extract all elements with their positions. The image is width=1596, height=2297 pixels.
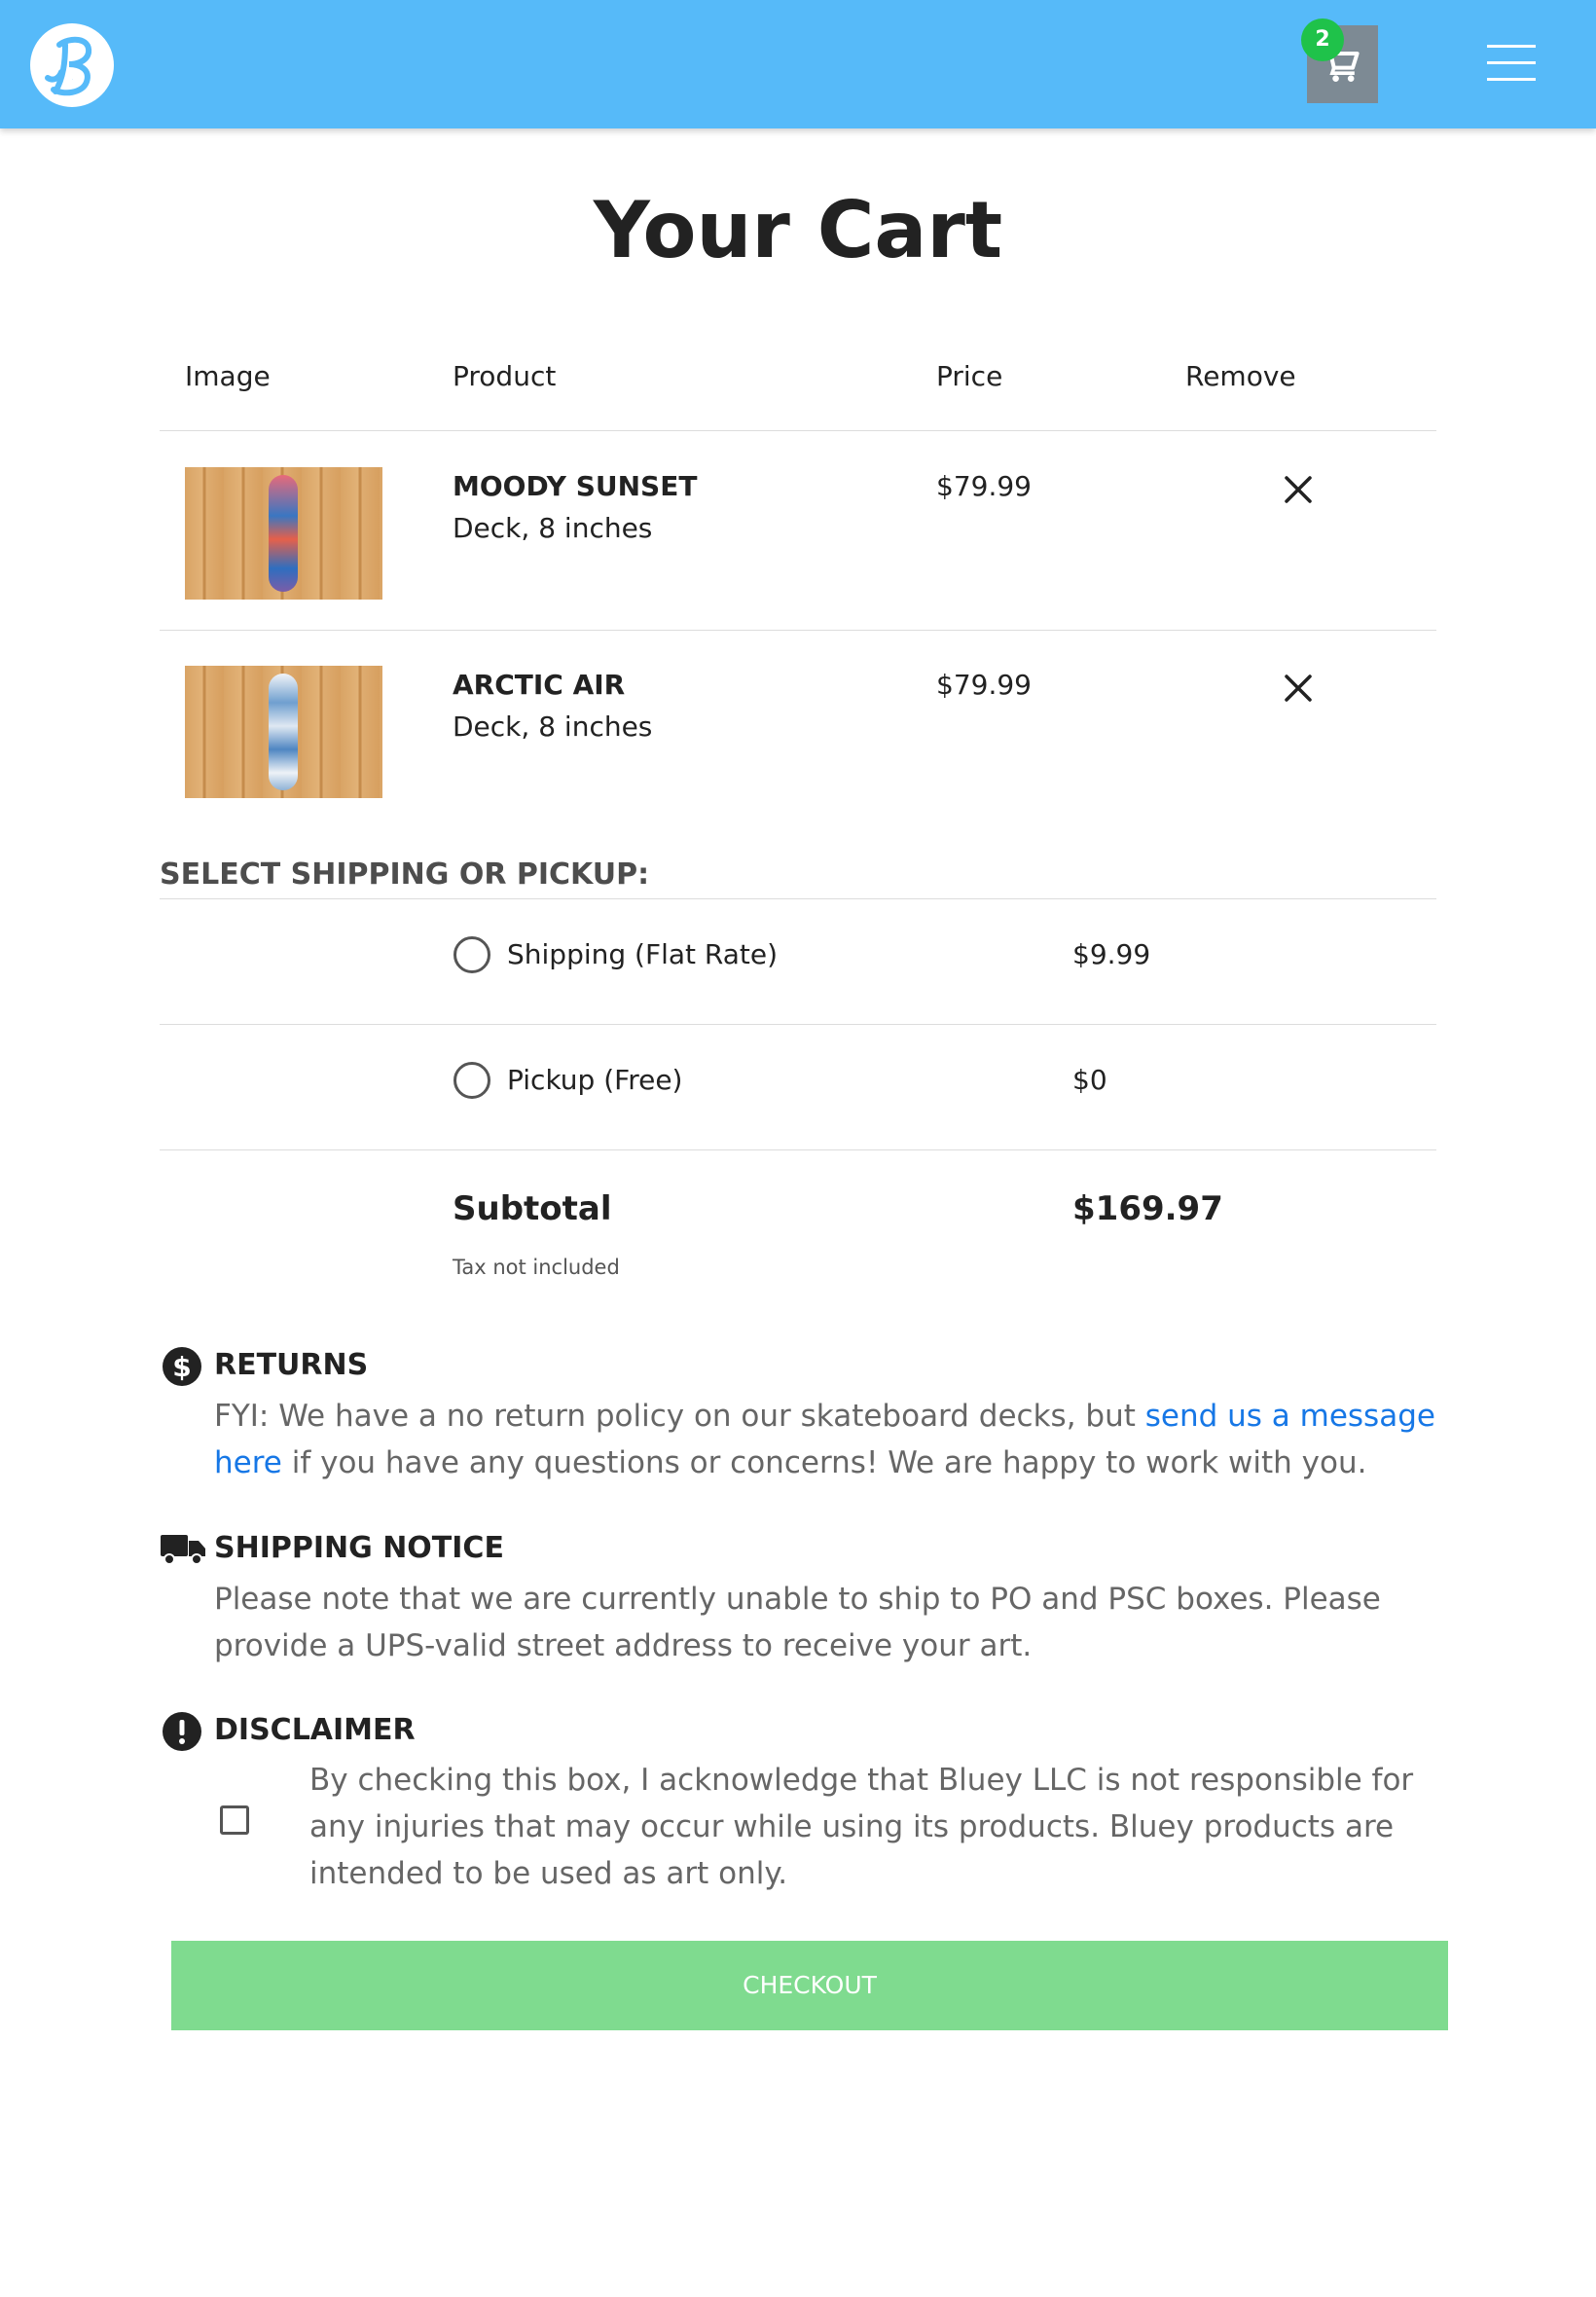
shipping-notice-body: Please note that we are currently unable… (214, 1582, 1381, 1663)
shipping-option-price: $9.99 (1072, 938, 1151, 970)
divider (160, 630, 1436, 631)
divider (160, 430, 1436, 431)
column-header-price: Price (936, 360, 1003, 392)
product-image-arctic-air[interactable] (185, 666, 382, 798)
skateboard-deck-image (269, 475, 298, 592)
product-price: $79.99 (936, 470, 1032, 502)
tax-note: Tax not included (453, 1256, 620, 1279)
subtotal-label: Subtotal (453, 1189, 612, 1228)
logo-letter: B (72, 79, 73, 81)
divider (160, 898, 1436, 899)
bluey-logo[interactable]: B (30, 23, 114, 107)
product-price: $79.99 (936, 669, 1032, 701)
shipping-notice-title: SHIPPING NOTICE (214, 1531, 504, 1565)
shipping-option-label[interactable]: Pickup (Free) (507, 1064, 682, 1096)
exclamation-icon (162, 1711, 202, 1752)
remove-item-button[interactable] (1281, 671, 1316, 706)
divider (160, 1024, 1436, 1025)
close-icon (1285, 476, 1312, 503)
returns-title: RETURNS (214, 1348, 369, 1382)
shipping-option-label[interactable]: Shipping (Flat Rate) (507, 938, 778, 970)
column-header-remove: Remove (1185, 360, 1296, 392)
checkout-button[interactable]: CHECKOUT (171, 1941, 1448, 2030)
disclaimer-checkbox[interactable] (220, 1805, 249, 1835)
shipping-flat-rate-radio[interactable] (453, 936, 490, 973)
hamburger-menu-icon[interactable] (1487, 45, 1536, 84)
top-nav-bar: B 2 (0, 0, 1596, 128)
disclaimer-title: DISCLAIMER (214, 1713, 416, 1747)
cart-count-badge: 2 (1301, 18, 1344, 61)
product-image-moody-sunset[interactable] (185, 467, 382, 600)
skateboard-deck-image (269, 674, 298, 790)
shipping-heading: SELECT SHIPPING OR PICKUP: (160, 857, 650, 892)
truck-icon (160, 1529, 206, 1570)
dollar-icon: $ (162, 1346, 202, 1387)
remove-item-button[interactable] (1281, 472, 1316, 507)
column-header-image: Image (185, 360, 271, 392)
bluey-logo-icon: B (45, 36, 92, 96)
product-variant: Deck, 8 inches (453, 711, 653, 743)
close-icon (1285, 675, 1312, 702)
subtotal-value: $169.97 (1072, 1189, 1223, 1228)
returns-body: FYI: We have a no return policy on our s… (214, 1399, 1435, 1480)
product-name[interactable]: ARCTIC AIR (453, 669, 625, 701)
column-header-product: Product (453, 360, 557, 392)
divider (160, 1149, 1436, 1150)
product-variant: Deck, 8 inches (453, 512, 653, 544)
svg-text:$: $ (172, 1351, 191, 1383)
shipping-option-price: $0 (1072, 1064, 1107, 1096)
disclaimer-body: By checking this box, I acknowledge that… (309, 1763, 1414, 1891)
page-title: Your Cart (593, 185, 1003, 275)
pickup-free-radio[interactable] (453, 1062, 490, 1099)
product-name[interactable]: MOODY SUNSET (453, 470, 697, 502)
